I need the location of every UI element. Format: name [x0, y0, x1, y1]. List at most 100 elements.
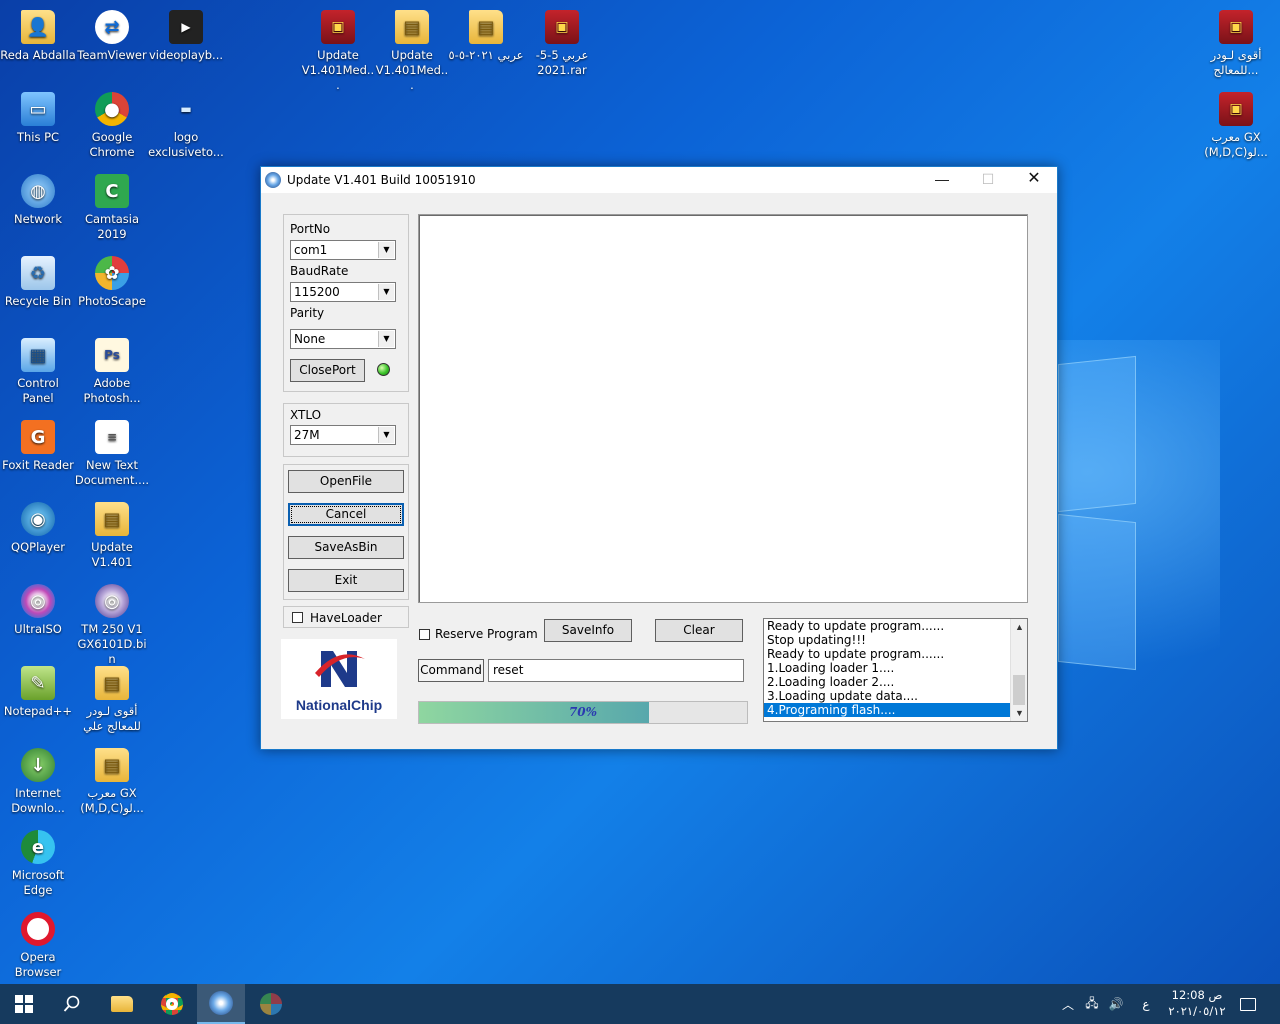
taskbar-file-explorer[interactable] — [98, 984, 146, 1024]
desktop-icon[interactable]: ↓ Internet Downlo... — [0, 744, 76, 816]
reserve-program-checkbox[interactable] — [419, 629, 430, 640]
desktop-icon[interactable]: ▤ Update V1.401 — [74, 498, 150, 570]
log-list[interactable]: Ready to update program...... Stop updati… — [763, 618, 1028, 722]
show-hidden-icons-button[interactable]: ︿ — [1058, 984, 1078, 1024]
photoscape-icon: ✿ — [95, 256, 129, 290]
folder-icon: ▤ — [395, 10, 429, 44]
log-scrollbar[interactable]: ▲ ▼ — [1010, 619, 1027, 721]
haveloader-group: HaveLoader — [283, 606, 409, 628]
ps-icon: Ps — [95, 338, 129, 372]
saveasbin-button[interactable]: SaveAsBin — [288, 536, 404, 559]
desktop-icon[interactable]: ▣ معرب GX (M,D,C)لو... — [1198, 88, 1274, 160]
cancel-button[interactable]: Cancel — [288, 503, 404, 526]
desktop-icon[interactable]: ▬ logo exclusiveto... — [148, 88, 224, 160]
desktop-icon[interactable]: ◎ UltraISO — [0, 580, 76, 637]
progress-text: 70% — [568, 705, 598, 719]
nationalchip-logo: NationalChip — [281, 639, 397, 719]
log-item[interactable]: 2.Loading loader 2.... — [764, 675, 1027, 689]
desktop-icon[interactable]: ✿ PhotoScape — [74, 252, 150, 309]
portno-select[interactable]: com1 ▼ — [290, 240, 396, 260]
log-item[interactable]: 1.Loading loader 1.... — [764, 661, 1027, 675]
scroll-down-icon[interactable]: ▼ — [1011, 705, 1027, 721]
desktop-icon[interactable]: ≡ New Text Document.... — [74, 416, 150, 488]
qq-icon: ◉ — [21, 502, 55, 536]
taskbar-update-tool[interactable] — [197, 984, 245, 1024]
start-button[interactable] — [0, 984, 48, 1024]
desktop-icon[interactable]: Opera Browser — [0, 908, 76, 980]
chrome-icon — [161, 993, 183, 1015]
desktop-icon-label: أقوى لـودر للمعالج علي — [83, 704, 141, 733]
edge-icon: e — [21, 830, 55, 864]
desktop-icon[interactable]: ◍ Network — [0, 170, 76, 227]
log-item[interactable]: Ready to update program...... — [764, 619, 1027, 633]
desktop-icon[interactable]: G Foxit Reader — [0, 416, 76, 473]
saveinfo-button[interactable]: SaveInfo — [544, 619, 632, 642]
desktop-icon-label: Update V1.401Med... — [375, 48, 449, 92]
desktop-icon[interactable]: ◉ QQPlayer — [0, 498, 76, 555]
bin-icon: ♻ — [21, 256, 55, 290]
desktop-icon[interactable]: ▦ Control Panel — [0, 334, 76, 406]
log-item[interactable]: Stop updating!!! — [764, 633, 1027, 647]
desktop-icon[interactable]: ▤ أقوى لـودر للمعالج علي — [74, 662, 150, 734]
desktop-icon[interactable]: ▤ معرب GX (M,D,C)لو... — [74, 744, 150, 816]
language-indicator[interactable]: ع — [1136, 984, 1156, 1024]
desktop-icon-label: Camtasia 2019 — [84, 212, 140, 241]
minimize-button[interactable]: — — [919, 167, 965, 193]
desktop-icon[interactable]: ◎ TM 250 V1 GX6101D.bin — [74, 580, 150, 667]
portno-label: PortNo — [290, 222, 331, 236]
xtlo-select[interactable]: 27M ▼ — [290, 425, 396, 445]
taskbar-clock[interactable]: 12:08 ص ٢٠٢١/٠٥/١٢ — [1160, 987, 1234, 1019]
haveloader-label: HaveLoader — [310, 611, 382, 625]
taskbar-chrome[interactable] — [148, 984, 196, 1024]
desktop-icon[interactable]: ▤ Update V1.401Med... — [374, 6, 450, 93]
volume-tray-icon[interactable]: 🔊 — [1106, 984, 1126, 1024]
desktop-icon[interactable]: ▣ أقوى لـودر للمعالج... — [1198, 6, 1274, 78]
desktop-icon[interactable]: ▤ عربي ٢٠٢١-٥-٥ — [448, 6, 524, 63]
desktop-icon[interactable]: ▣ Update V1.401Med... — [300, 6, 376, 93]
command-button[interactable]: Command — [418, 659, 484, 682]
baudrate-select[interactable]: 115200 ▼ — [290, 282, 396, 302]
rar-icon: ▣ — [1219, 10, 1253, 44]
desktop-icon[interactable]: C Camtasia 2019 — [74, 170, 150, 242]
maximize-button[interactable]: ☐ — [965, 167, 1011, 193]
scroll-up-icon[interactable]: ▲ — [1011, 619, 1027, 635]
closeport-button[interactable]: ClosePort — [290, 359, 365, 382]
desktop-icon[interactable]: ⇄ TeamViewer — [74, 6, 150, 63]
desktop-icon[interactable]: ▭ This PC — [0, 88, 76, 145]
log-item[interactable]: 3.Loading update data.... — [764, 689, 1027, 703]
search-button[interactable] — [48, 984, 96, 1024]
desktop-icon-label: Update V1.401 — [91, 540, 133, 569]
close-button[interactable]: ✕ — [1011, 167, 1057, 193]
desktop-icon-label: أقوى لـودر للمعالج... — [1210, 48, 1262, 77]
desktop-icon[interactable]: e Microsoft Edge — [0, 826, 76, 898]
desktop-icon[interactable]: ♻ Recycle Bin — [0, 252, 76, 309]
scroll-thumb[interactable] — [1013, 675, 1025, 705]
network-tray-icon[interactable]: 🖧 — [1082, 984, 1102, 1024]
wallpaper-pane-2 — [1058, 513, 1136, 671]
openfile-button[interactable]: OpenFile — [288, 470, 404, 493]
desktop-icon[interactable]: ✎ Notepad++ — [0, 662, 76, 719]
chevron-down-icon: ▼ — [378, 242, 394, 258]
desktop-icon[interactable]: ● Google Chrome — [74, 88, 150, 160]
desktop-icon-label: New Text Document.... — [74, 458, 150, 487]
taskbar-photoscape[interactable] — [247, 984, 295, 1024]
logo-icon: ▬ — [180, 101, 192, 116]
progress-bar: 70% — [418, 701, 748, 724]
log-item[interactable]: 4.Programing flash.... — [764, 703, 1027, 717]
parity-select[interactable]: None ▼ — [290, 329, 396, 349]
desktop-icon[interactable]: ▣ عربي 5-5-2021.rar — [524, 6, 600, 78]
exit-button[interactable]: Exit — [288, 569, 404, 592]
log-item[interactable]: Ready to update program...... — [764, 647, 1027, 661]
desktop-icon[interactable]: Ps Adobe Photosh... — [74, 334, 150, 406]
clear-button[interactable]: Clear — [655, 619, 743, 642]
desktop-icon[interactable]: ▶ videoplayb... — [148, 6, 224, 63]
title-bar[interactable]: Update V1.401 Build 10051910 — ☐ ✕ — [261, 167, 1057, 193]
output-text-area[interactable] — [418, 214, 1028, 603]
windows-logo-icon — [15, 995, 33, 1013]
baudrate-value: 115200 — [294, 285, 340, 299]
haveloader-checkbox[interactable] — [292, 612, 303, 623]
xtlo-value: 27M — [294, 428, 320, 442]
command-input[interactable]: reset — [488, 659, 744, 682]
desktop-icon[interactable]: 👤 Reda Abdalla — [0, 6, 76, 63]
notifications-button[interactable] — [1234, 984, 1262, 1024]
